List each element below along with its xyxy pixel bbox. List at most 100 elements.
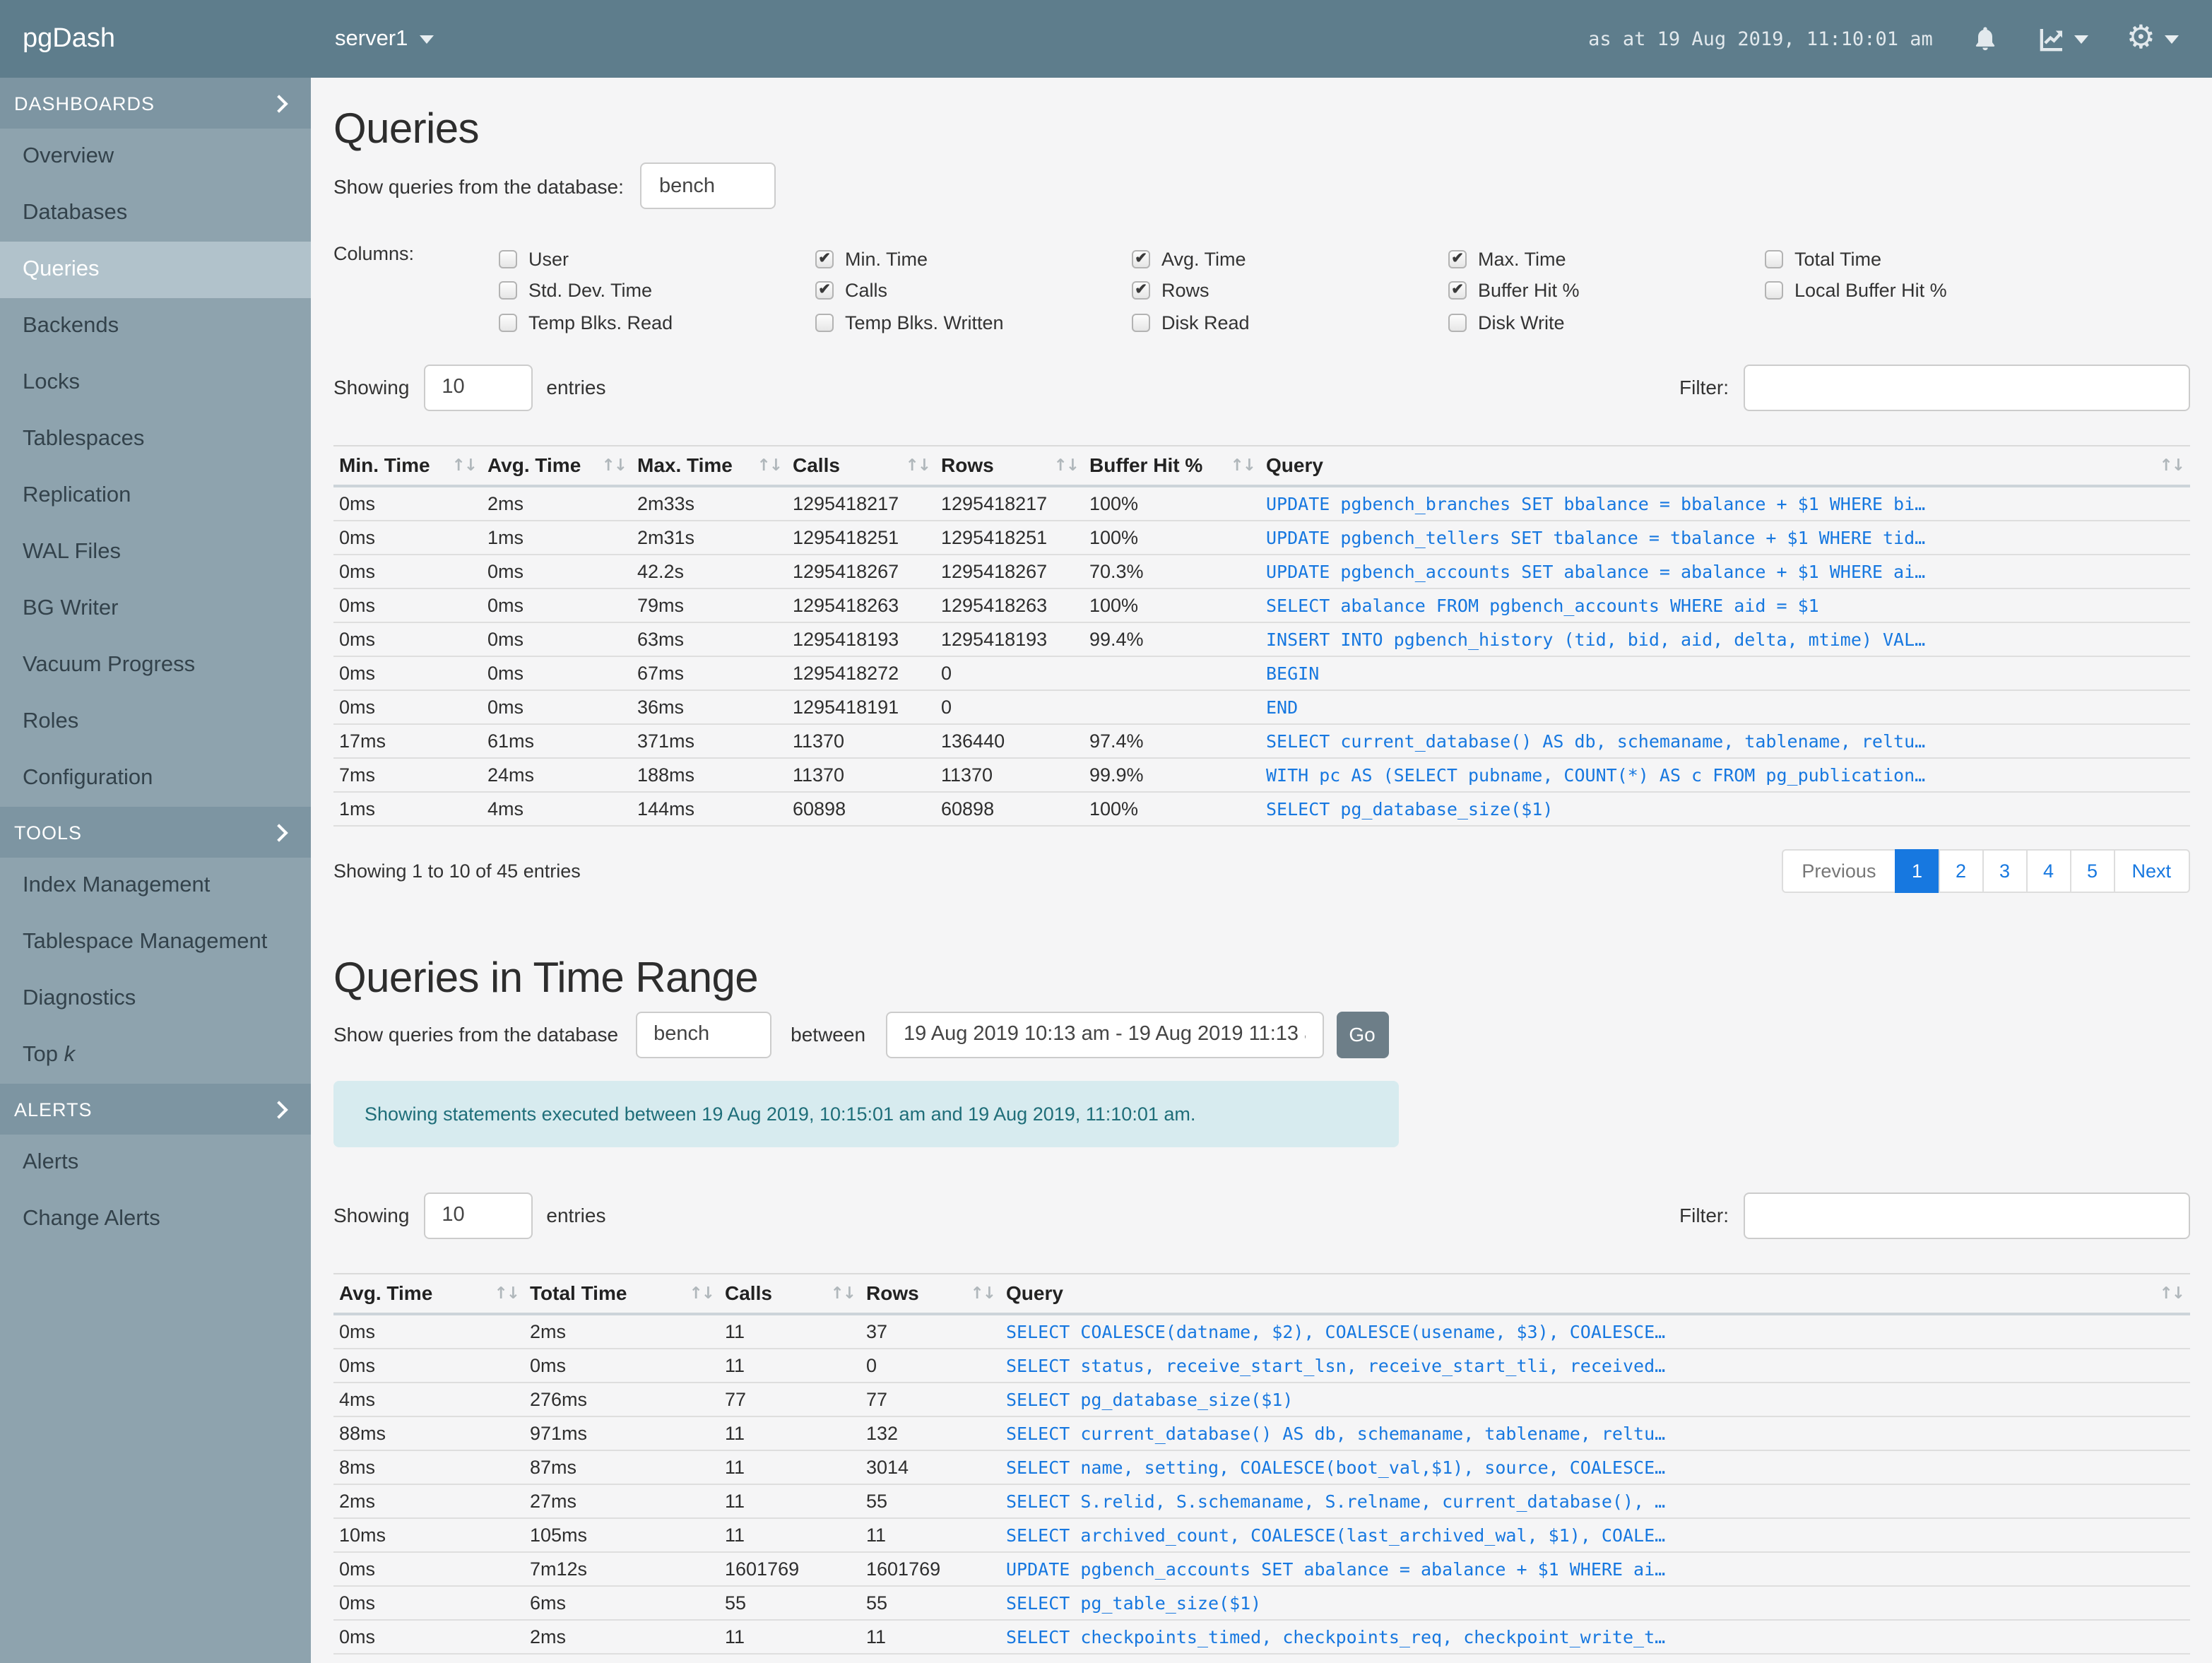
sidebar-item[interactable]: Backends — [0, 298, 311, 355]
query-link[interactable]: WITH pc AS (SELECT pubname, COUNT(*) AS … — [1260, 757, 2189, 792]
database-input-2[interactable] — [635, 1011, 771, 1058]
col-header-rows[interactable]: Rows ↑↓ — [935, 444, 1084, 487]
checkbox[interactable] — [1765, 249, 1783, 268]
checkbox[interactable] — [1132, 249, 1150, 268]
col-header-avg-time[interactable]: Avg. Time ↑↓ — [333, 1272, 524, 1315]
query-link[interactable]: SELECT current_database() AS db, scheman… — [1260, 723, 2189, 758]
database-input[interactable] — [640, 162, 776, 209]
column-option[interactable]: Avg. Time — [1132, 243, 1448, 275]
sidebar-item[interactable]: Change Alerts — [0, 1191, 311, 1248]
sidebar-item[interactable]: WAL Files — [0, 524, 311, 581]
checkbox[interactable] — [1132, 281, 1150, 300]
page-number-button[interactable]: 3 — [1982, 848, 2028, 892]
checkbox[interactable] — [1448, 249, 1467, 268]
sidebar-section-alerts[interactable]: ALERTS — [0, 1084, 311, 1135]
column-option[interactable]: Total Time — [1765, 243, 2081, 275]
sidebar-item[interactable]: Tablespaces — [0, 411, 311, 468]
query-link[interactable]: SELECT abalance FROM pgbench_accounts WH… — [1260, 588, 2189, 622]
sidebar-item[interactable]: Locks — [0, 355, 311, 411]
checkbox[interactable] — [499, 281, 517, 300]
go-button[interactable]: Go — [1336, 1011, 1389, 1058]
page-size-input[interactable] — [423, 364, 533, 410]
column-option[interactable]: Disk Write — [1448, 307, 1765, 338]
sidebar-item[interactable]: Vacuum Progress — [0, 637, 311, 694]
checkbox[interactable] — [1448, 313, 1467, 332]
sidebar-item[interactable]: Index Management — [0, 858, 311, 914]
sidebar-item[interactable]: Top k — [0, 1027, 311, 1084]
query-link[interactable]: SELECT archived_count, COALESCE(last_arc… — [1000, 1517, 2189, 1552]
query-link[interactable]: SELECT pg_database_size($1) — [1000, 1382, 2189, 1416]
col-header-query[interactable]: Query ↑↓ — [1260, 444, 2189, 487]
checkbox[interactable] — [499, 249, 517, 268]
sidebar-item[interactable]: Databases — [0, 185, 311, 242]
page-number-button[interactable]: 1 — [1894, 848, 1940, 892]
column-option[interactable]: User — [499, 243, 815, 275]
checkbox[interactable] — [815, 249, 834, 268]
query-link[interactable]: UPDATE pgbench_accounts SET abalance = a… — [1260, 554, 2189, 588]
date-range-input[interactable] — [885, 1011, 1324, 1058]
checkbox[interactable] — [1132, 313, 1150, 332]
query-link[interactable]: SELECT pg_database_size($1) — [1260, 791, 2189, 826]
checkbox[interactable] — [499, 313, 517, 332]
query-link[interactable]: SELECT pg_table_size($1) — [1000, 1585, 2189, 1620]
column-option[interactable]: Buffer Hit % — [1448, 275, 1765, 307]
query-link[interactable]: UPDATE pgbench_branches SET bbalance = b… — [1260, 485, 2189, 521]
checkbox[interactable] — [815, 281, 834, 300]
query-link[interactable]: SELECT S.relid, S.schemaname, S.relname,… — [1000, 1484, 2189, 1518]
checkbox[interactable] — [815, 313, 834, 332]
sidebar-section-dashboards[interactable]: DASHBOARDS — [0, 78, 311, 129]
col-header-query[interactable]: Query ↑↓ — [1000, 1272, 2189, 1315]
column-option[interactable]: Std. Dev. Time — [499, 275, 815, 307]
sidebar-item[interactable]: Alerts — [0, 1135, 311, 1191]
sidebar-item[interactable]: Tablespace Management — [0, 914, 311, 971]
settings-menu-button[interactable]: ⚙ — [2127, 22, 2178, 55]
col-header-buffer-hit[interactable]: Buffer Hit % ↑↓ — [1084, 444, 1260, 487]
sidebar-item[interactable]: Replication — [0, 468, 311, 524]
query-link[interactable]: UPDATE pgbench_tellers SET tbalance = tb… — [1260, 520, 2189, 555]
col-header-total-time[interactable]: Total Time ↑↓ — [524, 1272, 719, 1315]
page-number-button[interactable]: 5 — [2069, 848, 2115, 892]
col-header-calls[interactable]: Calls ↑↓ — [719, 1272, 860, 1315]
notifications-button[interactable] — [1971, 24, 1999, 54]
col-header-avg-time[interactable]: Avg. Time ↑↓ — [482, 444, 632, 487]
query-link[interactable]: UPDATE pgbench_accounts SET abalance = a… — [1000, 1551, 2189, 1586]
server-selector[interactable]: server1 — [335, 26, 434, 52]
page-size-input-2[interactable] — [423, 1192, 533, 1238]
sidebar-item[interactable]: BG Writer — [0, 581, 311, 637]
query-link[interactable]: SELECT checkpoints_timed, checkpoints_re… — [1000, 1619, 2189, 1654]
sidebar-item[interactable]: Overview — [0, 129, 311, 185]
query-link[interactable]: BEGIN — [1260, 656, 2189, 690]
sidebar-item[interactable]: Configuration — [0, 750, 311, 807]
col-header-rows[interactable]: Rows ↑↓ — [860, 1272, 1000, 1315]
query-link[interactable]: SELECT name, setting, COALESCE(boot_val,… — [1000, 1450, 2189, 1484]
col-header-max-time[interactable]: Max. Time ↑↓ — [632, 444, 787, 487]
page-number-button[interactable]: 2 — [1938, 848, 1984, 892]
brand-logo[interactable]: pgDash — [0, 23, 312, 54]
query-link[interactable]: INSERT INTO pgbench_history (tid, bid, a… — [1260, 622, 2189, 656]
column-option[interactable]: Temp Blks. Written — [815, 307, 1132, 338]
query-link[interactable]: END — [1260, 690, 2189, 724]
filter-input-2[interactable] — [1743, 1192, 2189, 1238]
column-option[interactable]: Calls — [815, 275, 1132, 307]
checkbox[interactable] — [1448, 281, 1467, 300]
column-option[interactable]: Local Buffer Hit % — [1765, 275, 2081, 307]
column-option[interactable]: Min. Time — [815, 243, 1132, 275]
column-option[interactable]: Disk Read — [1132, 307, 1448, 338]
col-header-calls[interactable]: Calls ↑↓ — [787, 444, 935, 487]
query-link[interactable]: SELECT COALESCE(datname, $2), COALESCE(u… — [1000, 1313, 2189, 1349]
charts-menu-button[interactable] — [2037, 25, 2088, 53]
column-option[interactable]: Max. Time — [1448, 243, 1765, 275]
sidebar-item[interactable]: Queries — [0, 242, 311, 298]
sidebar-item[interactable]: Diagnostics — [0, 971, 311, 1027]
sidebar-item[interactable]: Roles — [0, 694, 311, 750]
previous-page-button[interactable]: Previous — [1782, 848, 1896, 892]
column-option[interactable]: Temp Blks. Read — [499, 307, 815, 338]
filter-input[interactable] — [1743, 364, 2189, 410]
next-page-button[interactable]: Next — [2113, 848, 2189, 892]
checkbox[interactable] — [1765, 281, 1783, 300]
sidebar-section-tools[interactable]: TOOLS — [0, 807, 311, 858]
query-link[interactable]: SELECT status, receive_start_lsn, receiv… — [1000, 1348, 2189, 1383]
column-option[interactable]: Rows — [1132, 275, 1448, 307]
page-number-button[interactable]: 4 — [2025, 848, 2071, 892]
query-link[interactable]: SELECT current_database() AS db, scheman… — [1000, 1416, 2189, 1450]
